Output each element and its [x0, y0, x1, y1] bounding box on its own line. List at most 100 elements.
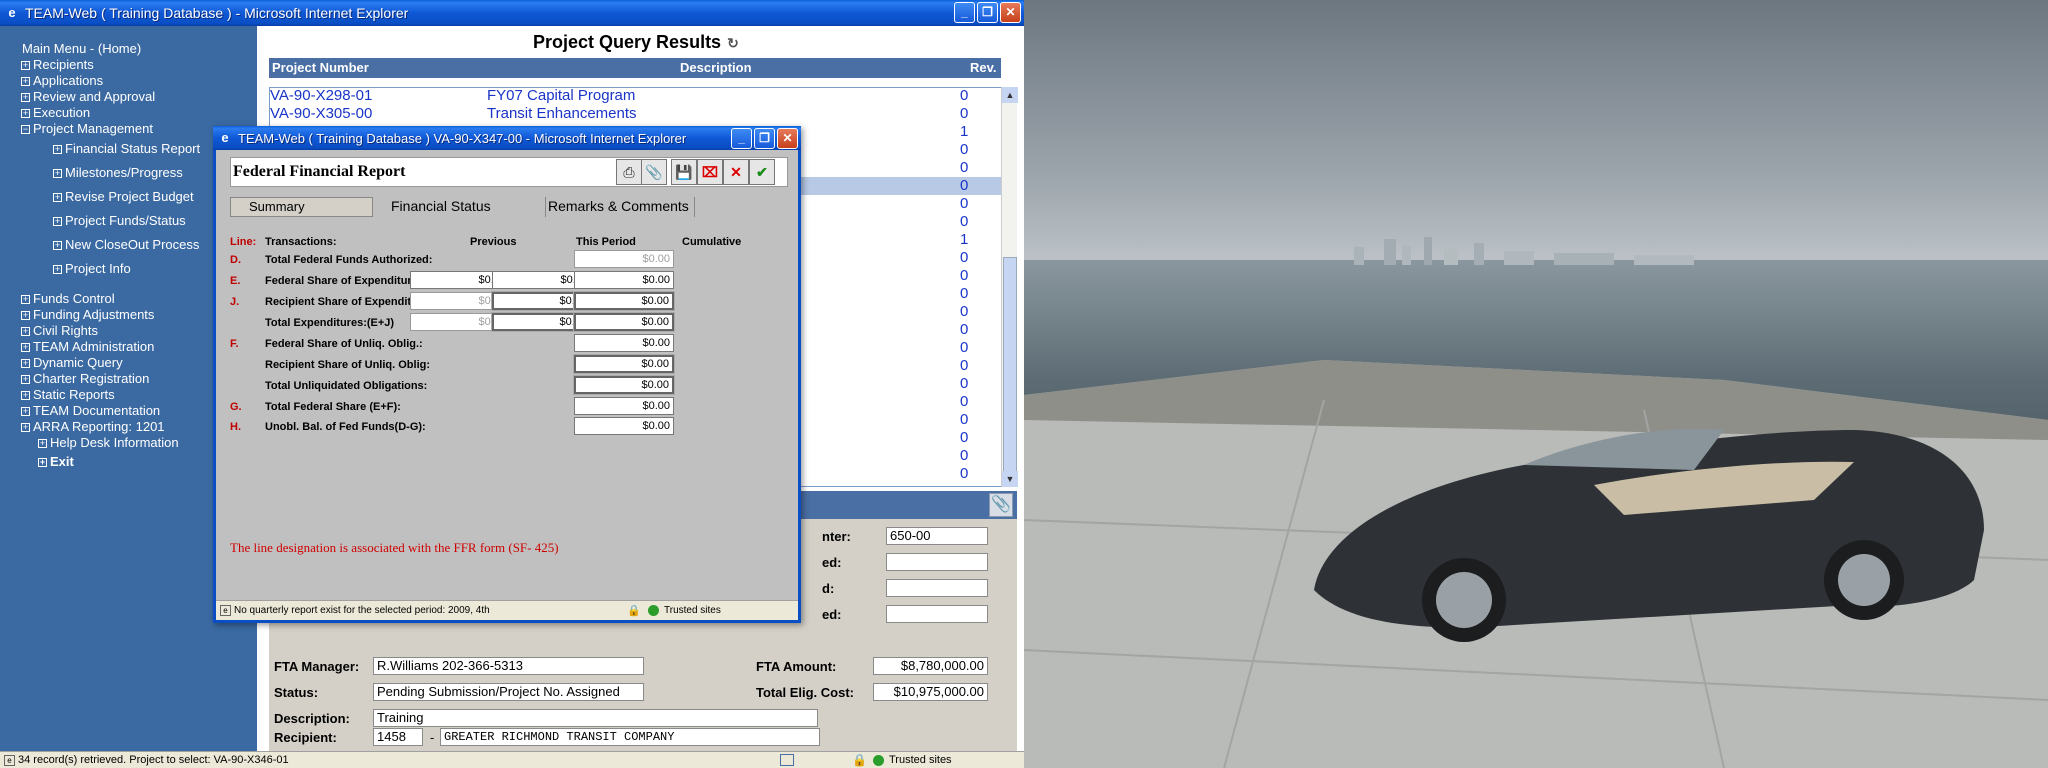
expand-icon[interactable]: +: [21, 390, 30, 400]
expand-icon[interactable]: +: [21, 92, 30, 102]
ffr-cumulative-field[interactable]: $0.00: [574, 313, 674, 331]
fta-amount-field[interactable]: $8,780,000.00: [873, 657, 988, 675]
ffr-cumulative-field[interactable]: $0.00: [574, 292, 674, 310]
sidebar-subitem-1-label: Milestones/Progress: [65, 165, 183, 180]
ffr-cumulative-field[interactable]: $0.00: [574, 397, 674, 415]
expand-icon[interactable]: +: [21, 374, 30, 384]
save-icon[interactable]: 💾: [671, 159, 697, 185]
minimize-button[interactable]: _: [954, 2, 975, 23]
sidebar-item-bottom-2-label: Civil Rights: [33, 323, 99, 338]
detail-field-2[interactable]: [886, 553, 988, 571]
expand-icon[interactable]: +: [21, 358, 30, 368]
expand-icon[interactable]: +: [21, 60, 30, 70]
maximize-button[interactable]: ❐: [977, 2, 998, 23]
ie-icon: e: [221, 130, 229, 145]
expand-icon[interactable]: +: [21, 342, 30, 352]
scroll-thumb[interactable]: [1003, 257, 1017, 487]
fta-amount-label: FTA Amount:: [756, 659, 837, 674]
expand-icon[interactable]: +: [21, 294, 30, 304]
revision-number: 0: [960, 375, 969, 392]
cost-center-field[interactable]: 650-00: [886, 527, 988, 545]
col-previous: Previous: [470, 236, 517, 248]
table-row[interactable]: VA-90-X305-00 Transit Enhancements 0: [270, 105, 1001, 123]
results-title: Project Query Results ↻: [533, 32, 739, 53]
revision-number: 0: [960, 393, 969, 410]
tab-financial-status[interactable]: Financial Status: [373, 197, 533, 217]
results-scrollbar[interactable]: ▲ ▼: [1001, 87, 1018, 487]
header-project-number[interactable]: Project Number: [272, 60, 369, 75]
popup-titlebar[interactable]: e TEAM-Web ( Training Database ) VA-90-X…: [213, 126, 801, 150]
revision-number: 0: [960, 213, 969, 230]
ffr-cumulative-field[interactable]: $0.00: [574, 355, 674, 373]
popup-zone-text: Trusted sites: [664, 605, 721, 616]
popup-window-title: TEAM-Web ( Training Database ) VA-90-X34…: [238, 130, 687, 146]
sidebar-item-top-1[interactable]: + Applications: [0, 73, 257, 89]
collapse-icon[interactable]: −: [21, 124, 30, 134]
tab-summary[interactable]: Summary: [230, 197, 373, 217]
popup-maximize-button[interactable]: ❐: [754, 128, 775, 149]
main-titlebar[interactable]: e TEAM-Web ( Training Database ) - Micro…: [0, 0, 1024, 26]
sidebar-item-top-2[interactable]: + Review and Approval: [0, 89, 257, 105]
revision-number: 0: [960, 357, 969, 374]
nav-exit-label: Exit: [50, 454, 74, 469]
project-number-link[interactable]: VA-90-X298-01: [270, 88, 372, 104]
expand-icon[interactable]: +: [53, 168, 62, 178]
table-row[interactable]: VA-90-X298-01 FY07 Capital Program 0: [270, 87, 1001, 105]
print-icon[interactable]: ⎙: [616, 159, 642, 185]
expand-icon[interactable]: +: [21, 108, 30, 118]
expand-icon[interactable]: +: [53, 216, 62, 226]
attachment-icon[interactable]: 📎: [989, 493, 1013, 517]
expand-icon[interactable]: +: [38, 438, 47, 448]
refresh-icon[interactable]: ↻: [727, 35, 739, 51]
expand-icon[interactable]: +: [38, 457, 47, 467]
ffr-cumulative-field[interactable]: $0.00: [574, 271, 674, 289]
expand-icon[interactable]: +: [53, 192, 62, 202]
nav-project-management-label: Project Management: [33, 121, 153, 136]
expand-icon[interactable]: +: [21, 76, 30, 86]
scroll-up-icon[interactable]: ▲: [1002, 87, 1018, 103]
cancel-icon[interactable]: ✕: [723, 159, 749, 185]
tab-remarks-comments[interactable]: Remarks & Comments: [545, 197, 695, 217]
close-button[interactable]: ✕: [1000, 2, 1021, 23]
recipient-id-field[interactable]: 1458: [373, 728, 423, 746]
ffr-row-label: Recipient Share of Unliq. Oblig:: [265, 359, 431, 371]
sidebar-subitem-4-label: New CloseOut Process: [65, 237, 200, 252]
expand-icon[interactable]: +: [21, 422, 30, 432]
attach-icon[interactable]: 📎: [641, 159, 667, 185]
detail-field-3[interactable]: [886, 579, 988, 597]
popup-minimize-button[interactable]: _: [731, 128, 752, 149]
sidebar-item-bottom-7-label: TEAM Documentation: [33, 403, 161, 418]
header-description[interactable]: Description: [680, 60, 752, 75]
expand-icon[interactable]: +: [53, 144, 62, 154]
revision-number: 0: [960, 87, 969, 104]
popup-close-button[interactable]: ✕: [777, 128, 798, 149]
total-elig-field[interactable]: $10,975,000.00: [873, 683, 988, 701]
expand-icon[interactable]: +: [21, 406, 30, 416]
expand-icon[interactable]: +: [53, 240, 62, 250]
expand-icon[interactable]: +: [53, 264, 62, 274]
col-cumulative: Cumulative: [682, 236, 742, 248]
detail-field-4[interactable]: [886, 605, 988, 623]
sidebar-item-top-0[interactable]: + Recipients: [0, 57, 257, 73]
fta-manager-field[interactable]: R.Williams 202-366-5313: [373, 657, 644, 675]
sidebar-item-top-3[interactable]: + Execution: [0, 105, 257, 121]
description-field[interactable]: Training: [373, 709, 818, 727]
expand-icon[interactable]: +: [21, 310, 30, 320]
nav-home[interactable]: Main Menu - (Home): [0, 41, 257, 57]
sidebar-item-bottom-0-label: Funds Control: [33, 291, 115, 306]
project-description[interactable]: FY07 Capital Program: [487, 88, 635, 104]
ffr-cumulative-field[interactable]: $0.00: [574, 334, 674, 352]
ffr-cumulative-field[interactable]: $0.00: [574, 376, 674, 394]
nav-help-desk-label: Help Desk Information: [50, 435, 179, 450]
project-number-link[interactable]: VA-90-X305-00: [270, 105, 372, 122]
status-field[interactable]: Pending Submission/Project No. Assigned: [373, 683, 644, 701]
recipient-name-field[interactable]: GREATER RICHMOND TRANSIT COMPANY: [440, 728, 820, 746]
revision-number: 0: [960, 249, 969, 266]
delete-icon[interactable]: ⌧: [697, 159, 723, 185]
scroll-down-icon[interactable]: ▼: [1002, 471, 1018, 487]
expand-icon[interactable]: +: [21, 326, 30, 336]
header-rev[interactable]: Rev.: [970, 60, 997, 75]
ok-icon[interactable]: ✔: [749, 159, 775, 185]
project-description[interactable]: Transit Enhancements: [487, 105, 637, 122]
ffr-cumulative-field[interactable]: $0.00: [574, 417, 674, 435]
